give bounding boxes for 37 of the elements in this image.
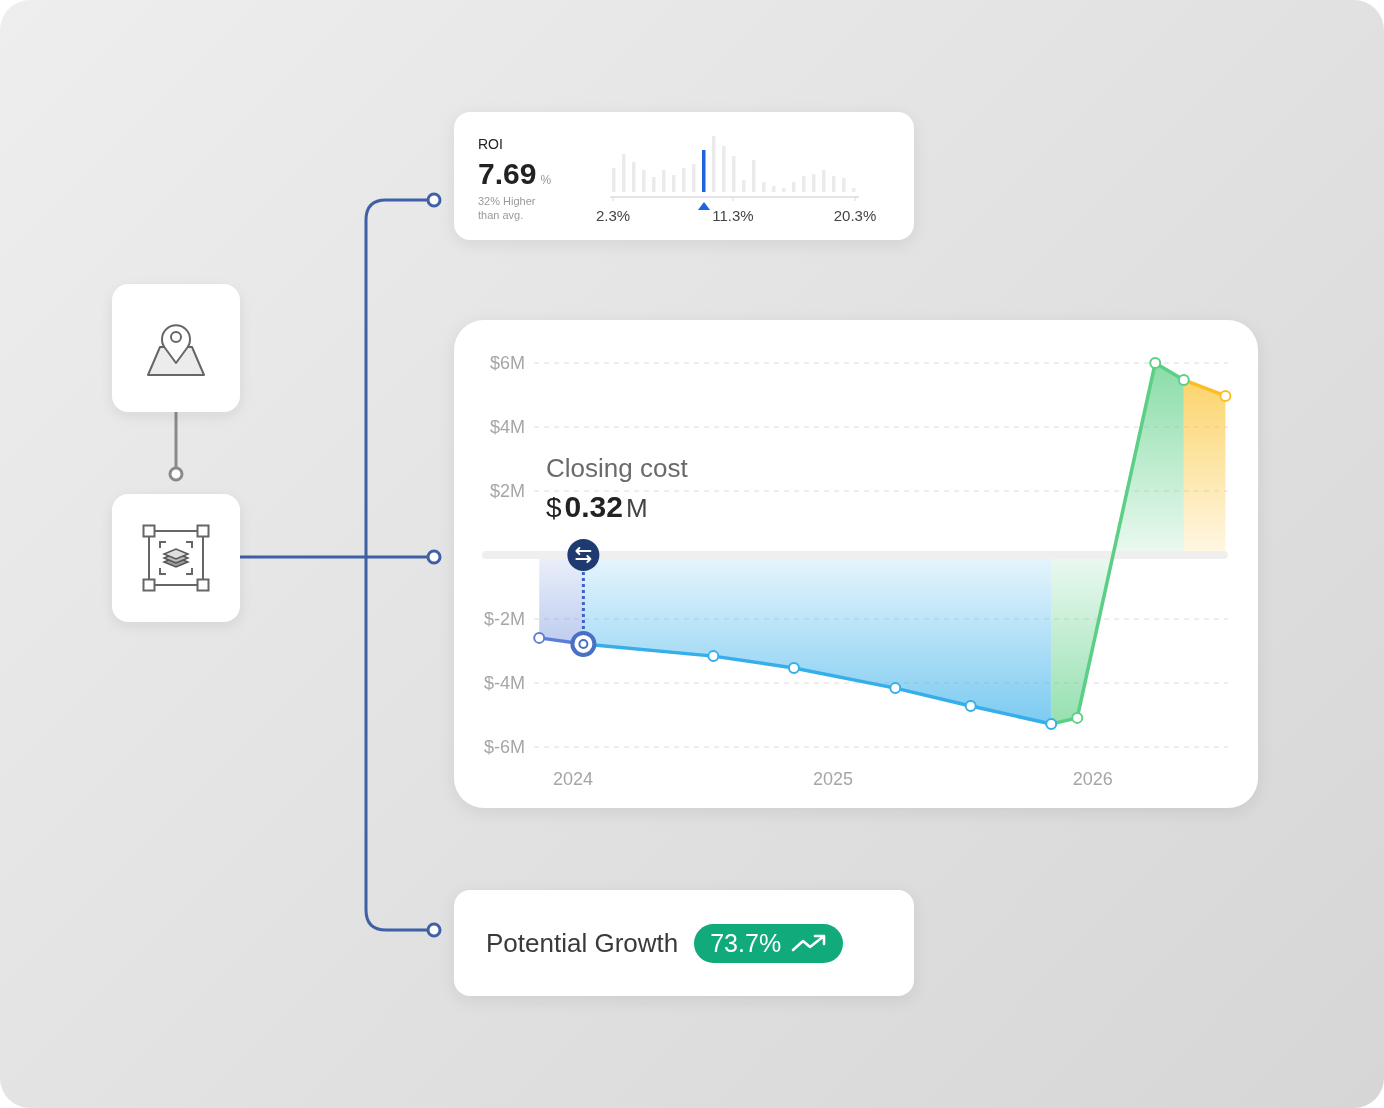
data-point — [1219, 389, 1232, 402]
data-point — [533, 631, 546, 644]
axis-label: 2025 — [812, 769, 853, 789]
roi-value: 7.69 — [478, 158, 537, 190]
axis-label: $-2M — [484, 609, 525, 629]
axis-label: $6M — [490, 353, 525, 373]
layers-icon — [140, 522, 212, 594]
axis-label: 2026 — [1072, 769, 1113, 789]
swap-icon — [575, 547, 592, 563]
marker-icon — [698, 202, 710, 210]
axis-label: $-6M — [484, 737, 525, 757]
cost-label: Closing cost — [546, 452, 688, 484]
data-point — [1177, 373, 1190, 386]
data-point — [707, 650, 720, 663]
axis-label: 2.3% — [595, 207, 631, 224]
growth-value: 73.7% — [710, 928, 782, 958]
trend-up-icon — [791, 933, 828, 953]
axis-label: $4M — [490, 417, 525, 437]
data-point — [1071, 711, 1084, 724]
selected-point — [570, 630, 597, 657]
data-point — [1149, 357, 1162, 369]
growth-label: Potential Growth — [486, 927, 679, 959]
axis-label: 2024 — [552, 769, 593, 789]
roi-comparison: 32% Higher than avg. — [478, 194, 537, 222]
data-point — [889, 682, 902, 695]
data-point — [1045, 717, 1058, 730]
axis-label: $-4M — [484, 673, 525, 693]
axis-label: 20.3% — [833, 207, 877, 224]
roi-title: ROI — [478, 136, 504, 152]
axis-label: 11.3% — [712, 207, 754, 224]
histogram-bar — [702, 150, 706, 192]
data-point — [787, 661, 800, 674]
roi-unit: % — [540, 173, 552, 187]
cost-value: $0.32 M — [546, 490, 649, 525]
axis-label: $2M — [490, 481, 525, 501]
slider-handle[interactable] — [567, 539, 600, 632]
data-point — [964, 700, 977, 713]
